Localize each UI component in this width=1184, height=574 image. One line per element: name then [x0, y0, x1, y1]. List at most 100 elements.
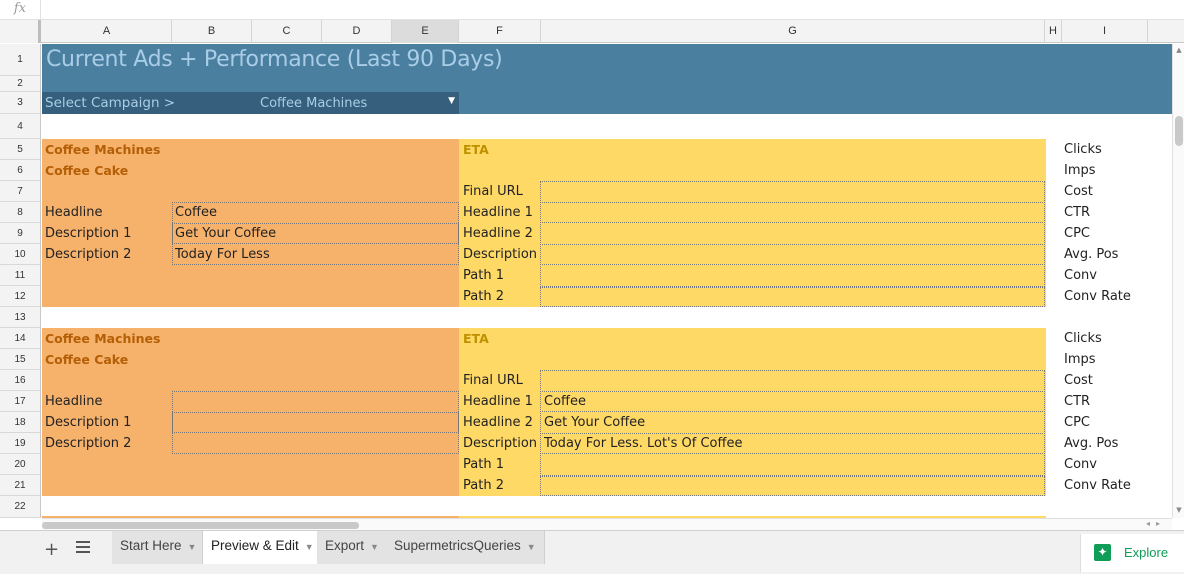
field-value[interactable]: Today For Less — [175, 244, 270, 265]
eta-field-label[interactable]: Path 1 — [463, 265, 504, 286]
metric-label[interactable]: Conv — [1064, 265, 1097, 286]
eta-label[interactable]: ETA — [463, 139, 489, 160]
metric-label[interactable]: Avg. Pos — [1064, 433, 1118, 454]
metric-label[interactable]: Cost — [1064, 370, 1093, 391]
eta-field-value[interactable]: Coffee — [544, 391, 586, 412]
chevron-down-icon[interactable]: ▼ — [370, 542, 379, 552]
scroll-up-icon[interactable]: ▲ — [1173, 46, 1184, 54]
column-header-a[interactable]: A — [42, 20, 172, 43]
campaign-name[interactable]: Coffee Machines — [45, 328, 160, 349]
cell-grid[interactable]: Current Ads + Performance (Last 90 Days)… — [42, 44, 1172, 518]
adgroup-name[interactable]: Coffee Cake — [45, 349, 128, 370]
metric-label[interactable]: Imps — [1064, 160, 1096, 181]
column-header-d[interactable]: D — [322, 20, 392, 43]
vertical-scroll-thumb[interactable] — [1175, 116, 1183, 146]
row-header[interactable]: 20 — [0, 454, 40, 475]
eta-field-label[interactable]: Final URL — [463, 181, 523, 202]
field-label[interactable]: Description 2 — [45, 244, 131, 265]
row-header[interactable]: 19 — [0, 433, 40, 454]
column-header-h[interactable]: H — [1045, 20, 1062, 43]
metric-label[interactable]: Conv Rate — [1064, 286, 1131, 307]
eta-field-label[interactable]: Headline 2 — [463, 412, 533, 433]
metric-label[interactable]: Clicks — [1064, 139, 1102, 160]
row-header[interactable]: 21 — [0, 475, 40, 496]
tab-preview-edit[interactable]: Preview & Edit ▼ — [202, 531, 323, 564]
scroll-left-right-icon[interactable]: ◂▸ — [1146, 519, 1166, 528]
campaign-dropdown[interactable]: Coffee Machines ▼ — [252, 92, 459, 114]
row-header[interactable]: 2 — [0, 76, 40, 92]
row-header[interactable]: 14 — [0, 328, 40, 349]
eta-label[interactable]: ETA — [463, 328, 489, 349]
chevron-down-icon[interactable]: ▼ — [188, 542, 197, 552]
field-label[interactable]: Headline — [45, 202, 102, 223]
row-header[interactable]: 1 — [0, 44, 40, 76]
metric-label[interactable]: CTR — [1064, 391, 1090, 412]
row-header[interactable]: 3 — [0, 92, 40, 114]
eta-field-label[interactable]: Description — [463, 433, 537, 454]
row-header[interactable]: 4 — [0, 114, 40, 139]
row-header[interactable]: 12 — [0, 286, 40, 307]
row-header[interactable]: 18 — [0, 412, 40, 433]
chevron-down-icon[interactable]: ▼ — [305, 542, 314, 552]
row-header[interactable]: 13 — [0, 307, 40, 328]
select-all-corner[interactable] — [0, 20, 41, 43]
eta-field-label[interactable]: Path 1 — [463, 454, 504, 475]
metric-label[interactable]: CPC — [1064, 223, 1090, 244]
row-header[interactable]: 6 — [0, 160, 40, 181]
column-header-c[interactable]: C — [252, 20, 322, 43]
row-header[interactable]: 8 — [0, 202, 40, 223]
eta-field-label[interactable]: Headline 2 — [463, 223, 533, 244]
row-header[interactable]: 16 — [0, 370, 40, 391]
add-sheet-button[interactable]: + — [44, 539, 59, 560]
formula-bar[interactable]: fx — [0, 0, 1184, 20]
dropdown-arrow-icon[interactable]: ▼ — [448, 92, 455, 110]
row-header[interactable]: 9 — [0, 223, 40, 244]
horizontal-scrollbar[interactable]: ◂▸ — [42, 518, 1172, 530]
field-value[interactable]: Coffee — [175, 202, 217, 223]
row-header[interactable]: 15 — [0, 349, 40, 370]
column-header-e[interactable]: E — [392, 20, 459, 43]
explore-button[interactable]: ✦ Explore — [1080, 534, 1184, 572]
row-header[interactable]: 22 — [0, 496, 40, 518]
row-header[interactable]: 7 — [0, 181, 40, 202]
metric-label[interactable]: Cost — [1064, 181, 1093, 202]
campaign-name[interactable]: Coffee Machines — [45, 139, 160, 160]
metric-label[interactable]: CTR — [1064, 202, 1090, 223]
metric-label[interactable]: Avg. Pos — [1064, 244, 1118, 265]
tab-start-here[interactable]: Start Here ▼ — [112, 531, 206, 564]
metric-label[interactable]: Conv Rate — [1064, 475, 1131, 496]
row-header[interactable]: 10 — [0, 244, 40, 265]
metric-label[interactable]: Imps — [1064, 349, 1096, 370]
tab-supermetrics-queries[interactable]: SupermetricsQueries ▼ — [386, 531, 545, 564]
chevron-down-icon[interactable]: ▼ — [527, 542, 536, 552]
metric-label[interactable]: Clicks — [1064, 328, 1102, 349]
adgroup-name[interactable]: Coffee Cake — [45, 160, 128, 181]
horizontal-scroll-thumb[interactable] — [42, 522, 359, 529]
field-label[interactable]: Description 1 — [45, 412, 131, 433]
column-header-f[interactable]: F — [459, 20, 541, 43]
field-label[interactable]: Description 1 — [45, 223, 131, 244]
column-header-i[interactable]: I — [1062, 20, 1148, 43]
vertical-scrollbar[interactable]: ▲ ▼ — [1172, 44, 1184, 518]
eta-field-label[interactable]: Final URL — [463, 370, 523, 391]
eta-field-value[interactable]: Today For Less. Lot's Of Coffee — [544, 433, 742, 454]
row-header[interactable]: 5 — [0, 139, 40, 160]
metric-label[interactable]: CPC — [1064, 412, 1090, 433]
eta-field-label[interactable]: Path 2 — [463, 286, 504, 307]
eta-field-label[interactable]: Path 2 — [463, 475, 504, 496]
scroll-down-icon[interactable]: ▼ — [1173, 506, 1184, 514]
field-label[interactable]: Description 2 — [45, 433, 131, 454]
metric-label[interactable]: Conv — [1064, 454, 1097, 475]
row-header[interactable]: 17 — [0, 391, 40, 412]
eta-field-label[interactable]: Description — [463, 244, 537, 265]
field-value[interactable]: Get Your Coffee — [175, 223, 276, 244]
tab-export[interactable]: Export ▼ — [317, 531, 388, 564]
column-header-g[interactable]: G — [541, 20, 1045, 43]
field-label[interactable]: Headline — [45, 391, 102, 412]
row-header[interactable]: 11 — [0, 265, 40, 286]
column-header-b[interactable]: B — [172, 20, 252, 43]
eta-field-label[interactable]: Headline 1 — [463, 202, 533, 223]
eta-field-label[interactable]: Headline 1 — [463, 391, 533, 412]
eta-field-value[interactable]: Get Your Coffee — [544, 412, 645, 433]
all-sheets-menu-icon[interactable] — [76, 541, 90, 555]
